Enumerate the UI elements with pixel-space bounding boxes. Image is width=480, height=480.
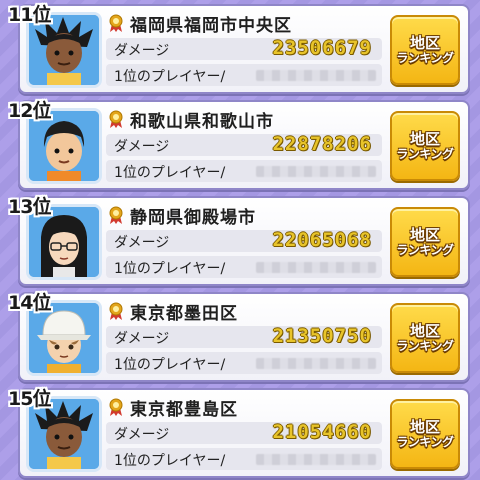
region-line: 東京都墨田区	[108, 300, 238, 324]
top-player-line: 1位のプレイヤー/	[106, 160, 382, 182]
region-name: 東京都豊島区	[130, 399, 238, 420]
blurred-player-name	[256, 70, 376, 81]
top-player-line: 1位のプレイヤー/	[106, 352, 382, 374]
button-label-line1: 地区	[409, 225, 440, 244]
button-label-line1: 地区	[409, 321, 440, 340]
regional-ranking-button[interactable]: 地区 ランキング	[390, 15, 460, 85]
damage-box: ダメージ 22878206	[106, 133, 382, 156]
damage-value: 22878206	[272, 133, 372, 155]
damage-label: ダメージ	[114, 139, 170, 155]
regional-ranking-button[interactable]: 地区 ランキング	[390, 399, 460, 469]
rank-label: 15位	[8, 388, 51, 410]
damage-label: ダメージ	[114, 427, 170, 443]
region-name: 静岡県御殿場市	[130, 207, 256, 228]
regional-ranking-button[interactable]: 地区 ランキング	[390, 111, 460, 181]
rank-label: 13位	[8, 196, 51, 218]
button-label-line1: 地区	[409, 33, 440, 52]
region-line: 静岡県御殿場市	[108, 204, 256, 228]
regional-ranking-button[interactable]: 地区 ランキング	[390, 303, 460, 373]
top-player-label: 1位のプレイヤー/	[114, 453, 226, 469]
blurred-player-name	[256, 262, 376, 273]
top-player-line: 1位のプレイヤー/	[106, 64, 382, 86]
damage-box: ダメージ 21350750	[106, 325, 382, 348]
top-player-line: 1位のプレイヤー/	[106, 256, 382, 278]
button-label-line1: 地区	[409, 129, 440, 148]
regional-ranking-button[interactable]: 地区 ランキング	[390, 207, 460, 277]
damage-box: ダメージ 22065068	[106, 229, 382, 252]
medal-icon	[109, 14, 123, 32]
button-label-line2: ランキング	[396, 434, 454, 449]
ranking-row: 14位 東京都墨田区 ダメージ 21350750 1位のプレイヤー/ 地区 ラン…	[8, 292, 470, 382]
damage-value: 21350750	[272, 325, 372, 347]
rank-label: 14位	[8, 292, 51, 314]
medal-icon	[109, 398, 123, 416]
ranking-row: 15位 東京都豊島区 ダメージ 21054660 1位のプレイヤー/ 地区 ラン…	[8, 388, 470, 478]
ranking-row: 12位 和歌山県和歌山市 ダメージ 22878206 1位のプレイヤー/ 地区 …	[8, 100, 470, 190]
blurred-player-name	[256, 166, 376, 177]
region-name: 福岡県福岡市中央区	[130, 15, 292, 36]
button-label-line2: ランキング	[396, 50, 454, 65]
blurred-player-name	[256, 454, 376, 465]
damage-value: 23506679	[272, 37, 372, 59]
medal-icon	[109, 110, 123, 128]
regional-ranking-list: 11位 福岡県福岡市中央区 ダメージ 23506679 1位のプレイヤー/ 地区…	[0, 0, 480, 480]
button-label-line1: 地区	[409, 417, 440, 436]
region-name: 和歌山県和歌山市	[130, 111, 274, 132]
blurred-player-name	[256, 358, 376, 369]
damage-box: ダメージ 21054660	[106, 421, 382, 444]
ranking-row: 13位 静岡県御殿場市 ダメージ 22065068 1位のプレイヤー/ 地区 ラ…	[8, 196, 470, 286]
region-line: 和歌山県和歌山市	[108, 108, 274, 132]
rank-label: 12位	[8, 100, 51, 122]
damage-box: ダメージ 23506679	[106, 37, 382, 60]
region-line: 東京都豊島区	[108, 396, 238, 420]
button-label-line2: ランキング	[396, 338, 454, 353]
damage-label: ダメージ	[114, 235, 170, 251]
button-label-line2: ランキング	[396, 242, 454, 257]
region-name: 東京都墨田区	[130, 303, 238, 324]
medal-icon	[109, 206, 123, 224]
top-player-label: 1位のプレイヤー/	[114, 165, 226, 181]
damage-value: 21054660	[272, 421, 372, 443]
medal-icon	[109, 302, 123, 320]
rank-label: 11位	[8, 4, 51, 26]
ranking-row: 11位 福岡県福岡市中央区 ダメージ 23506679 1位のプレイヤー/ 地区…	[8, 4, 470, 94]
region-line: 福岡県福岡市中央区	[108, 12, 292, 36]
top-player-label: 1位のプレイヤー/	[114, 357, 226, 373]
damage-label: ダメージ	[114, 331, 170, 347]
top-player-label: 1位のプレイヤー/	[114, 261, 226, 277]
damage-label: ダメージ	[114, 43, 170, 59]
damage-value: 22065068	[272, 229, 372, 251]
top-player-label: 1位のプレイヤー/	[114, 69, 226, 85]
top-player-line: 1位のプレイヤー/	[106, 448, 382, 470]
button-label-line2: ランキング	[396, 146, 454, 161]
